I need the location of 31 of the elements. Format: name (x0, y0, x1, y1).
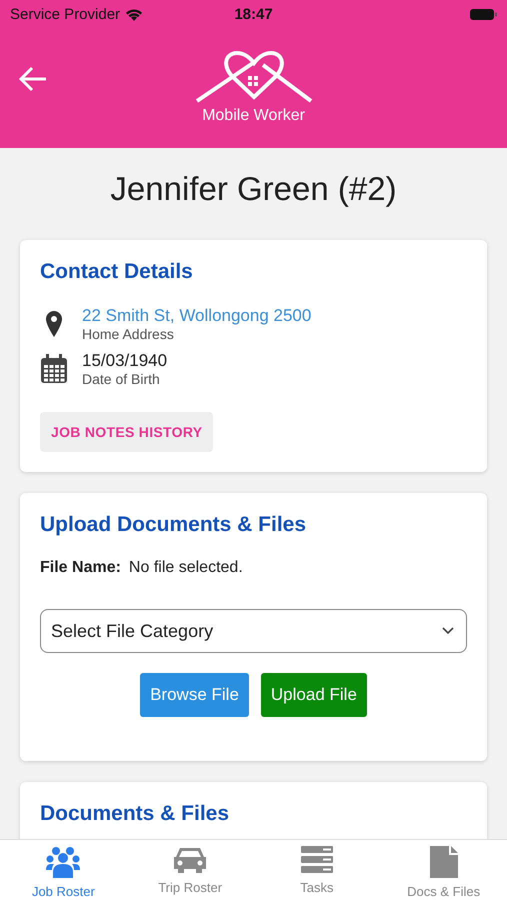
list-icon (300, 846, 333, 874)
calendar-icon (40, 354, 68, 384)
upload-file-button[interactable]: Upload File (260, 673, 367, 717)
carrier-name: Service Provider (10, 6, 120, 22)
back-button[interactable] (18, 66, 48, 92)
birth-date: 15/03/1940 (82, 351, 168, 371)
file-name-label: File Name: (40, 559, 121, 577)
tab-bar-item[interactable]: Tasks (254, 840, 380, 900)
job-notes-history-button[interactable]: JOB NOTES HISTORY (40, 412, 214, 452)
client-name: Jennifer Green (#2) (109, 170, 398, 208)
field-label: Date of Birth (82, 371, 161, 387)
section-heading: Contact Details (40, 260, 194, 284)
file-name-value: No file selected. (128, 559, 243, 577)
section-heading: Documents & Files (40, 802, 230, 826)
chevron-down-icon (442, 627, 454, 635)
address-link[interactable]: 22 Smith St, Wollongong 2500 (82, 306, 312, 326)
status-time: 18:47 (234, 6, 273, 22)
section-heading: Upload Documents & Files (40, 513, 308, 537)
car-icon (172, 846, 208, 874)
people-icon (46, 846, 80, 878)
back-arrow-icon (18, 66, 48, 92)
document-icon (430, 846, 458, 878)
file-category-select[interactable]: Select File Category (40, 609, 467, 653)
wifi-icon (125, 8, 144, 20)
battery-icon (470, 8, 497, 20)
browse-file-button[interactable]: Browse File (140, 673, 249, 717)
field-label: Home Address (82, 326, 175, 342)
tab-bar-item[interactable]: Docs & Files (380, 840, 507, 900)
tab-bar-item[interactable]: Job Roster (0, 840, 127, 900)
app-name: Mobile Worker (202, 107, 305, 125)
tab-bar-item[interactable]: Trip Roster (126, 840, 254, 900)
